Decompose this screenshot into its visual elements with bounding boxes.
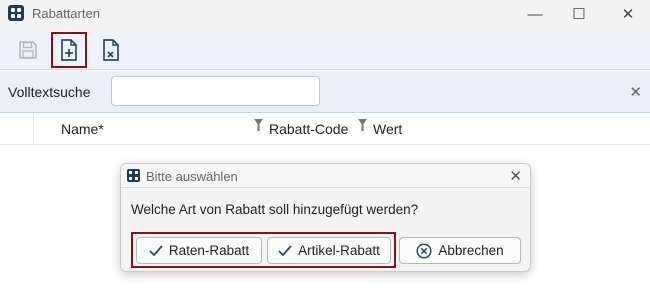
column-separator [33, 113, 34, 145]
choice-dialog: Bitte auswählen ✕ Welche Art von Rabatt … [120, 163, 531, 272]
save-icon [19, 41, 37, 59]
new-button[interactable] [51, 32, 87, 68]
toolbar [0, 28, 650, 70]
app-logo-icon [127, 169, 140, 182]
window-title: Rabattarten [32, 6, 100, 21]
search-input[interactable] [111, 76, 320, 106]
window-titlebar: Rabattarten — ☐ ✕ [0, 0, 650, 28]
artikel-rabatt-label: Artikel-Rabatt [298, 243, 380, 258]
check-icon [278, 244, 292, 256]
filter-icon[interactable] [254, 119, 263, 131]
column-header-name[interactable]: Name* [61, 121, 104, 137]
search-clear-button[interactable]: ✕ [629, 83, 642, 101]
raten-rabatt-button[interactable]: Raten-Rabatt [136, 237, 262, 264]
check-icon [149, 244, 163, 256]
save-button[interactable] [10, 32, 46, 68]
column-header-rabatt-code[interactable]: Rabatt-Code [269, 121, 348, 137]
search-label: Volltextsuche [8, 84, 91, 100]
dialog-titlebar: Bitte auswählen ✕ [121, 164, 530, 188]
minimize-button[interactable]: — [513, 0, 557, 28]
cancel-button[interactable]: Abbrechen [399, 237, 521, 264]
dialog-close-button[interactable]: ✕ [509, 167, 522, 185]
cancel-label: Abbrechen [438, 243, 504, 258]
artikel-rabatt-button[interactable]: Artikel-Rabatt [267, 237, 391, 264]
column-header-wert[interactable]: Wert [373, 121, 402, 137]
search-bar: Volltextsuche ✕ [0, 71, 650, 113]
app-logo-icon [8, 5, 24, 21]
window-close-button[interactable]: ✕ [606, 0, 650, 28]
cancel-circle-icon [416, 242, 432, 259]
filter-icon[interactable] [358, 119, 367, 131]
new-document-icon [61, 39, 77, 61]
dialog-title: Bitte auswählen [146, 169, 238, 184]
delete-button[interactable] [93, 32, 129, 68]
delete-document-icon [103, 39, 119, 61]
raten-rabatt-label: Raten-Rabatt [168, 243, 250, 258]
maximize-button[interactable]: ☐ [557, 0, 601, 28]
grid-header: Name* Rabatt-Code Wert [0, 113, 650, 145]
dialog-message: Welche Art von Rabatt soll hinzugefügt w… [131, 202, 419, 217]
